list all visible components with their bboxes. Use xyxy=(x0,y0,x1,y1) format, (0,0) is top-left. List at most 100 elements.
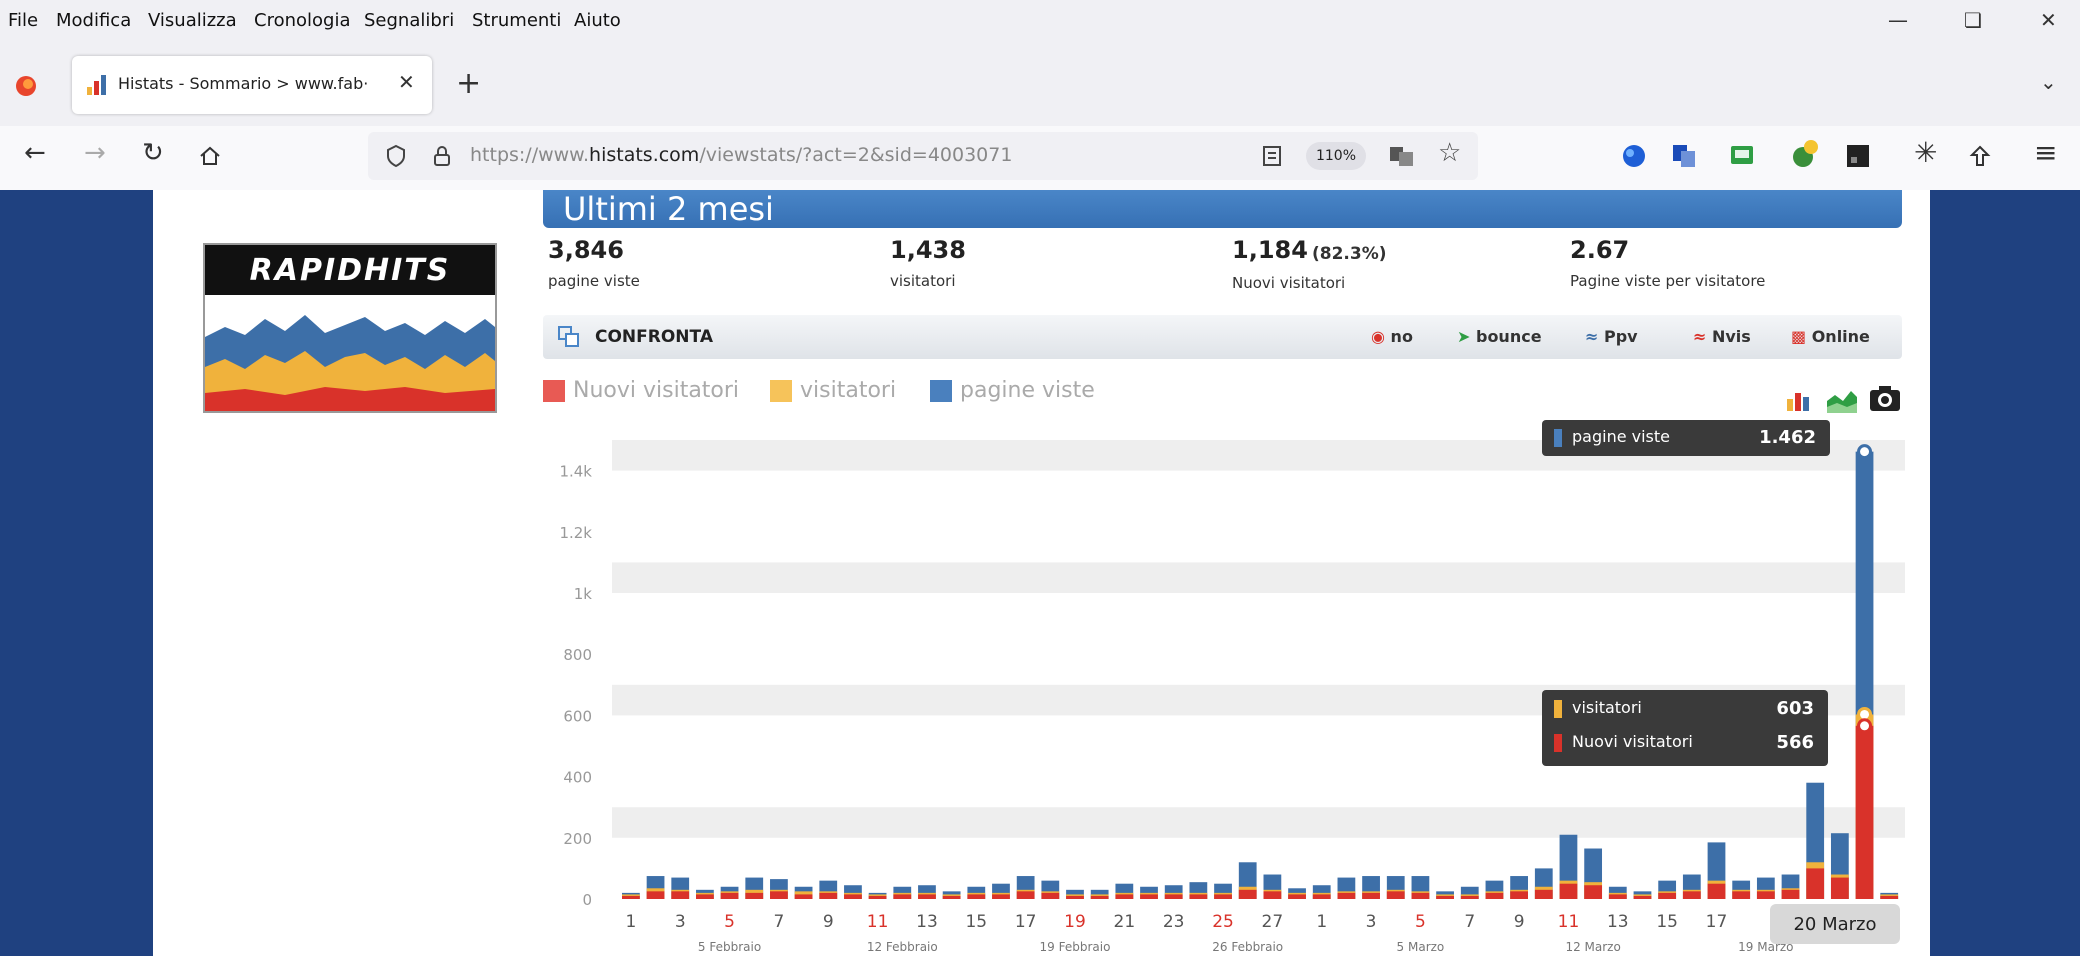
reload-icon[interactable]: ↻ xyxy=(142,138,164,168)
close-tab-icon[interactable]: ✕ xyxy=(398,70,415,94)
x-tick-label: 11 xyxy=(867,912,889,932)
bar-nuovi-visitatori xyxy=(1115,894,1134,899)
home-icon[interactable] xyxy=(196,142,224,170)
x-tick-label: 19 xyxy=(1064,912,1086,932)
new-tab-icon[interactable]: + xyxy=(456,66,481,101)
bar-nuovi-visitatori xyxy=(696,894,714,899)
bar-nuovi-visitatori xyxy=(1485,892,1504,899)
minimize-icon[interactable]: — xyxy=(1888,8,1908,32)
bar-nuovi-visitatori xyxy=(844,894,862,899)
app-menu-icon[interactable]: ≡ xyxy=(2034,136,2057,169)
menu-segnalibri[interactable]: Segnalibri xyxy=(364,10,454,31)
lock-icon[interactable] xyxy=(428,142,456,170)
y-tick-label: 1k xyxy=(574,585,593,603)
x-week-label: 26 Febbraio xyxy=(1212,940,1283,954)
x-week-label: 12 Febbraio xyxy=(867,940,938,954)
pageviews-chart[interactable]: 1.4k1.2k1k8006004002000 1 3 5 7 9 11 13 15 17 19 2… xyxy=(0,190,2080,956)
translate-icon[interactable] xyxy=(1388,142,1416,170)
bar-nuovi-visitatori xyxy=(1806,868,1825,899)
tab-histats[interactable]: Histats - Sommario > www.fab· ✕ xyxy=(72,56,432,114)
bar-nuovi-visitatori xyxy=(1312,894,1331,899)
bar-nuovi-visitatori xyxy=(671,891,690,899)
x-tick-label: 11 xyxy=(1558,912,1580,932)
bar-nuovi-visitatori xyxy=(1189,894,1208,899)
x-tick-label: 15 xyxy=(965,912,987,932)
y-tick-label: 1.2k xyxy=(559,524,592,542)
tooltip-pageviews-label: pagine viste xyxy=(1572,427,1670,446)
menu-file[interactable]: File xyxy=(8,10,38,31)
x-tick-label: 15 xyxy=(1656,912,1678,932)
x-tick-label: 1 xyxy=(1316,912,1327,932)
x-tick-label: 9 xyxy=(1514,912,1525,932)
bar-nuovi-visitatori xyxy=(1140,894,1158,899)
menu-modifica[interactable]: Modifica xyxy=(56,10,131,31)
bar-nuovi-visitatori xyxy=(1658,892,1677,899)
tooltip-pageviews-value: 1.462 xyxy=(1759,427,1816,448)
bar-nuovi-visitatori xyxy=(770,891,788,899)
menu-cronologia[interactable]: Cronologia xyxy=(254,10,350,31)
back-arrow-icon[interactable]: ← xyxy=(24,138,46,168)
menu-bar: File Modifica Visualizza Cronologia Segn… xyxy=(0,0,2080,48)
list-tabs-chevron-down-icon[interactable]: ⌄ xyxy=(2040,70,2057,94)
extension-translate-icon[interactable] xyxy=(1670,142,1698,170)
bar-nuovi-visitatori xyxy=(1756,891,1775,899)
bookmark-star-icon[interactable]: ☆ xyxy=(1438,138,1461,168)
bar-nuovi-visitatori xyxy=(1263,891,1282,899)
restore-icon[interactable]: ❏ xyxy=(1964,8,1982,32)
x-week-label: 5 Marzo xyxy=(1397,940,1445,954)
url-text[interactable]: https://www.histats.com/viewstats/?act=2… xyxy=(470,144,1012,166)
bar-nuovi-visitatori xyxy=(1288,894,1306,899)
plot-band xyxy=(612,562,1905,593)
x-tick-label: 3 xyxy=(675,912,686,932)
y-tick-label: 0 xyxy=(582,891,592,909)
share-icon[interactable] xyxy=(1966,142,1994,170)
bar-nuovi-visitatori xyxy=(794,894,813,899)
bar-nuovi-visitatori xyxy=(1041,892,1060,899)
forward-arrow-icon[interactable]: → xyxy=(84,138,106,168)
tooltip-visitors-value: 603 xyxy=(1776,698,1814,719)
menu-strumenti[interactable]: Strumenti xyxy=(472,10,561,31)
tooltip-visitors-label: visitatori xyxy=(1572,698,1642,717)
x-tick-label: 1 xyxy=(625,912,636,932)
bar-nuovi-visitatori xyxy=(1090,895,1109,899)
bar-nuovi-visitatori xyxy=(942,895,961,899)
extension-dark-icon[interactable] xyxy=(1844,142,1872,170)
x-week-label: 12 Marzo xyxy=(1565,940,1620,954)
bar-nuovi-visitatori xyxy=(646,891,665,899)
x-tick-label: 5 xyxy=(1415,912,1426,932)
zoom-level-badge[interactable]: 110% xyxy=(1306,142,1366,170)
bar-nuovi-visitatori xyxy=(622,895,640,899)
menu-aiuto[interactable]: Aiuto xyxy=(574,10,621,31)
extensions-puzzle-icon[interactable]: ✳ xyxy=(1914,136,1937,169)
bar-nuovi-visitatori xyxy=(1880,895,1899,899)
bar-nuovi-visitatori xyxy=(1016,891,1035,899)
bar-nuovi-visitatori xyxy=(1732,891,1751,899)
x-hover-date-label: 20 Marzo xyxy=(1770,904,1900,944)
reader-view-icon[interactable] xyxy=(1258,142,1286,170)
x-tick-label: 25 xyxy=(1212,912,1234,932)
bar-nuovi-visitatori xyxy=(868,895,887,899)
bar-nuovi-visitatori xyxy=(893,894,912,899)
bar-nuovi-visitatori xyxy=(1510,891,1528,899)
menu-visualizza[interactable]: Visualizza xyxy=(148,10,237,31)
extension-badge-icon[interactable] xyxy=(1788,138,1820,170)
tab-title: Histats - Sommario > www.fab· xyxy=(118,74,369,93)
y-tick-label: 200 xyxy=(563,830,592,848)
tracking-shield-icon[interactable] xyxy=(382,142,410,170)
bar-nuovi-visitatori xyxy=(1362,892,1380,899)
y-tick-label: 400 xyxy=(563,769,592,787)
bar-nuovi-visitatori xyxy=(720,892,739,899)
firefox-view-icon[interactable] xyxy=(12,72,40,100)
x-tick-label: 17 xyxy=(1015,912,1037,932)
x-tick-label: 13 xyxy=(916,912,938,932)
y-tick-label: 1.4k xyxy=(559,463,592,481)
bar-nuovi-visitatori xyxy=(967,894,986,899)
x-tick-label: 3 xyxy=(1366,912,1377,932)
y-tick-label: 600 xyxy=(563,707,592,725)
tooltip-new-visitors-value: 566 xyxy=(1776,732,1814,753)
extension-green-icon[interactable] xyxy=(1728,142,1756,170)
extension-globe-icon[interactable] xyxy=(1620,142,1648,170)
bar-nuovi-visitatori xyxy=(1337,892,1356,899)
close-window-icon[interactable]: ✕ xyxy=(2040,8,2057,32)
bar-nuovi-visitatori xyxy=(918,894,936,899)
